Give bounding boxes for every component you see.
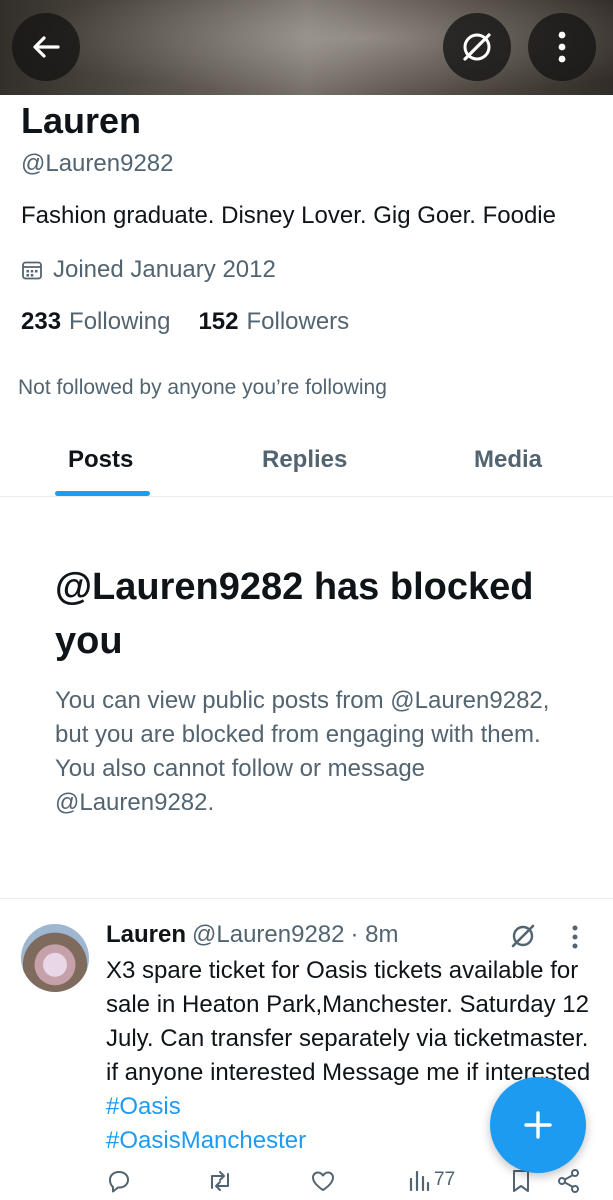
tab-posts[interactable]: Posts [68, 446, 133, 474]
compose-post-button[interactable] [490, 1077, 586, 1173]
share-button[interactable] [556, 1168, 582, 1194]
repost-button[interactable] [206, 1168, 234, 1194]
avatar[interactable] [21, 924, 89, 992]
calendar-icon [22, 261, 42, 280]
tab-replies[interactable]: Replies [262, 446, 347, 474]
grok-icon [511, 924, 535, 948]
tab-media[interactable]: Media [474, 446, 542, 474]
divider [0, 898, 613, 899]
arrow-left-icon [33, 36, 60, 58]
views-button[interactable]: 77 [408, 1168, 455, 1192]
following-count: 233 [21, 308, 62, 335]
more-options-button[interactable] [528, 13, 596, 81]
blocked-title: @Lauren9282 has blocked you [55, 566, 534, 662]
post-more-button[interactable] [570, 924, 580, 955]
grok-icon [463, 33, 491, 61]
joined-label: Joined January 2012 [53, 256, 276, 283]
post-grok-button[interactable] [508, 921, 538, 956]
grok-button[interactable] [443, 13, 511, 81]
followed-by-info: Not followed by anyone you’re following [18, 376, 387, 399]
heart-icon [312, 1171, 334, 1191]
active-tab-indicator [55, 491, 150, 496]
followers-count: 152 [198, 308, 239, 335]
following-label: Following [69, 308, 171, 335]
hashtag-link[interactable]: #Oasis [106, 1093, 181, 1120]
like-button[interactable] [310, 1168, 336, 1194]
plus-icon [524, 1111, 552, 1139]
joined-date: Joined January 2012 [21, 256, 276, 284]
profile-name: Lauren [21, 100, 142, 141]
more-vertical-icon [572, 925, 578, 949]
reply-button[interactable] [106, 1168, 132, 1194]
profile-handle: @Lauren9282 [21, 150, 174, 177]
views-icon [409, 1170, 430, 1192]
post-time: · 8m [350, 921, 399, 948]
follow-stats: 233 Following 152 Followers [21, 308, 349, 336]
post-header: Lauren @Lauren9282 · 8m [106, 921, 399, 949]
blocked-description: You can view public posts from @Lauren92… [55, 687, 550, 816]
post-author-handle[interactable]: @Lauren9282 [192, 921, 344, 949]
views-count: 77 [434, 1169, 456, 1190]
profile-bio: Fashion graduate. Disney Lover. Gig Goer… [21, 202, 556, 229]
profile-banner[interactable] [0, 0, 613, 95]
post-author-name[interactable]: Lauren [106, 921, 186, 949]
share-icon [558, 1169, 579, 1193]
back-button[interactable] [12, 13, 80, 81]
more-vertical-icon [558, 31, 566, 63]
following-link[interactable]: 233 Following [21, 308, 170, 336]
profile-tabs: Posts Replies Media [0, 430, 613, 497]
post-actions: 77 [106, 1168, 596, 1198]
post-body: X3 spare ticket for Oasis tickets availa… [106, 957, 591, 1086]
repost-icon [211, 1171, 229, 1191]
followers-label: Followers [246, 308, 350, 335]
reply-icon [109, 1171, 129, 1193]
followers-link[interactable]: 152 Followers [198, 308, 349, 336]
hashtag-link[interactable]: #OasisManchester [106, 1127, 306, 1154]
